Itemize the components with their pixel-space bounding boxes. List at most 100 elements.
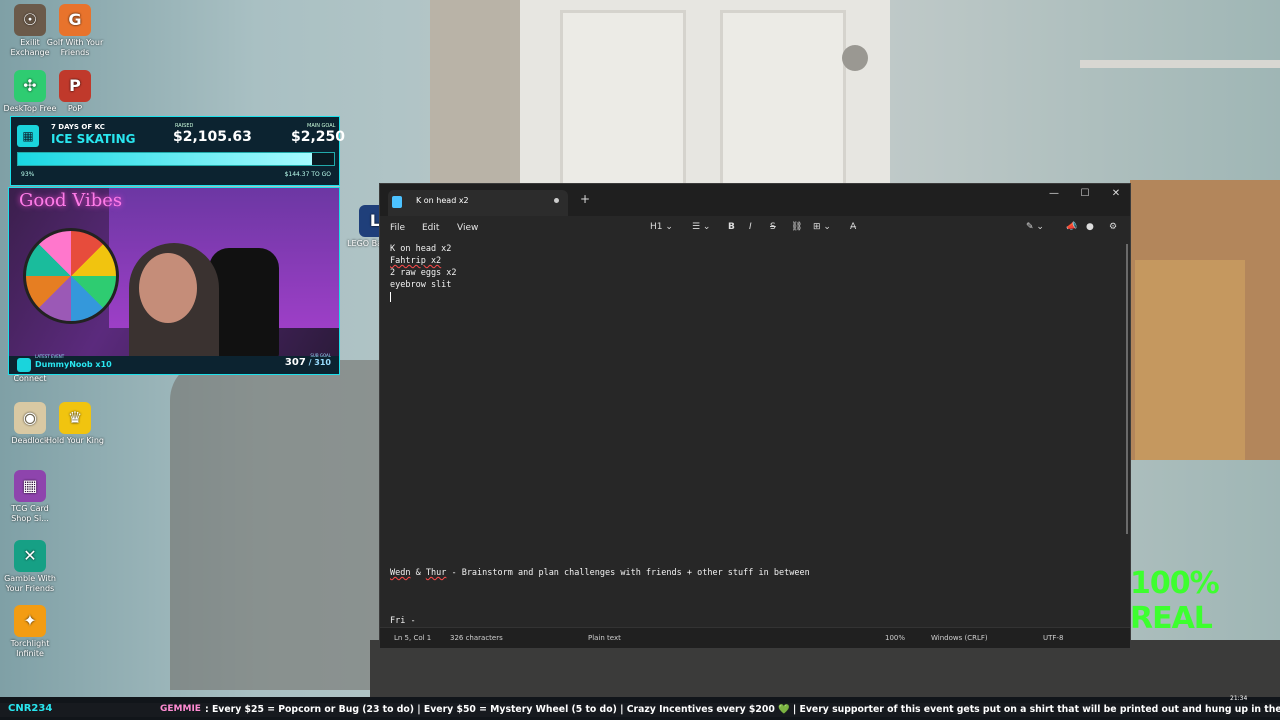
progress-fill bbox=[18, 153, 312, 165]
latest-donor: DummyNoob x10 bbox=[35, 360, 112, 369]
tab-title: K on head x2 bbox=[416, 196, 469, 205]
italic-icon[interactable]: I bbox=[749, 222, 752, 232]
settings-icon[interactable]: ⚙ bbox=[1109, 222, 1117, 232]
menu-view[interactable]: View bbox=[457, 223, 478, 233]
heading-value[interactable]: H1 bbox=[650, 222, 663, 232]
menu-edit[interactable]: Edit bbox=[422, 223, 439, 233]
progress-percent: 93% bbox=[21, 171, 35, 178]
door bbox=[520, 0, 890, 190]
app-icon: ☉ bbox=[14, 4, 46, 36]
doorknob bbox=[842, 45, 868, 71]
menu-file[interactable]: File bbox=[390, 223, 405, 233]
desktop-icon[interactable]: ✕ Gamble With Your Friends bbox=[0, 540, 60, 594]
sub-count: 307 bbox=[284, 357, 306, 368]
notepad-window[interactable]: K on head x2 + — ☐ ✕ File Edit View H1 ⌄… bbox=[379, 183, 1131, 649]
sub-goal: 310 bbox=[314, 358, 331, 367]
menu-bar: File Edit View H1 ⌄ ☰ ⌄ B I S ⛓ ⊞ ⌄ A̶ ✎… bbox=[380, 216, 1130, 242]
encoding[interactable]: UTF-8 bbox=[1043, 634, 1063, 642]
ticker-bar: CNR234 GEMMIE : Every $25 = Popcorn or B… bbox=[0, 703, 1280, 717]
app-icon: ♛ bbox=[59, 402, 91, 434]
door-panel bbox=[560, 10, 686, 186]
format-indicator[interactable]: Plain text bbox=[588, 634, 621, 642]
app-icon: ▦ bbox=[14, 470, 46, 502]
cursor-position: Ln 5, Col 1 bbox=[394, 634, 432, 642]
new-tab-button[interactable]: + bbox=[580, 192, 590, 206]
app-icon: ◉ bbox=[14, 402, 46, 434]
strikethrough-icon[interactable]: S bbox=[770, 222, 776, 232]
text-line: Fahtrip x2 bbox=[390, 256, 442, 266]
title-bar[interactable]: K on head x2 + — ☐ ✕ bbox=[380, 184, 1130, 216]
desktop-icon-label: TCG Card Shop Si... bbox=[11, 504, 49, 523]
zoom-level[interactable]: 100% bbox=[885, 634, 905, 642]
desktop-icon-label: Gamble With Your Friends bbox=[4, 574, 56, 593]
latest-event-label: LATEST EVENT bbox=[35, 354, 65, 359]
heading-dropdown: H1 ⌄ bbox=[650, 222, 673, 232]
real-overlay-text: 100% REAL bbox=[1130, 566, 1220, 636]
desktop-icon-label: Golf With Your Friends bbox=[46, 38, 104, 57]
webcam-footer: LATEST EVENT DummyNoob x10 SUB GOAL 307 … bbox=[9, 353, 339, 374]
account-icon[interactable]: ● bbox=[1086, 222, 1094, 232]
ticker-user: GEMMIE bbox=[160, 704, 201, 714]
app-icon: ✣ bbox=[14, 70, 46, 102]
list-dropdown-icon[interactable]: ☰ ⌄ bbox=[692, 222, 710, 232]
system-clock[interactable]: 21:34 bbox=[1230, 695, 1247, 702]
door-panel bbox=[720, 10, 846, 186]
text-line: 2 raw eggs x2 bbox=[390, 268, 457, 278]
app-icon: G bbox=[59, 4, 91, 36]
link-icon[interactable]: ⛓ bbox=[791, 222, 802, 232]
heart-icon bbox=[17, 358, 31, 372]
line-ending[interactable]: Windows (CRLF) bbox=[931, 634, 988, 642]
text-line: Fri - bbox=[390, 616, 416, 626]
goal-amount: $2,250 bbox=[291, 129, 346, 145]
sub-goal-count: 307 / 310 bbox=[285, 357, 331, 368]
donation-title: ICE SKATING bbox=[51, 132, 136, 146]
text-line-plan: Wedn & Thur - Brainstorm and plan challe… bbox=[390, 568, 810, 578]
ticker-tag: CNR234 bbox=[8, 703, 53, 714]
tab-document[interactable]: K on head x2 bbox=[388, 190, 568, 216]
table-icon[interactable]: ⊞ ⌄ bbox=[813, 222, 831, 232]
streamer-head bbox=[139, 253, 197, 323]
ticker-text: : Every $25 = Popcorn or Bug (23 to do) … bbox=[205, 704, 1280, 715]
desktop-icon-label: PoP bbox=[67, 104, 83, 113]
copilot-icon[interactable]: ✎ ⌄ bbox=[1026, 222, 1044, 232]
gaming-chair bbox=[209, 248, 279, 358]
webcam-feed: Good Vibes LATEST EVENT DummyNoob x10 SU… bbox=[8, 187, 340, 375]
text-line: eyebrow slit bbox=[390, 280, 452, 290]
megaphone-icon[interactable]: 📣 bbox=[1066, 222, 1077, 232]
minimize-button[interactable]: — bbox=[1040, 188, 1068, 199]
prize-wheel bbox=[23, 228, 119, 324]
donation-progress-bar bbox=[17, 152, 335, 166]
clear-format-icon[interactable]: A̶ bbox=[850, 222, 856, 232]
word-thur: Thur bbox=[425, 568, 447, 578]
app-icon: P bbox=[59, 70, 91, 102]
neon-sign: Good Vibes bbox=[19, 190, 123, 211]
shelf bbox=[1080, 60, 1280, 68]
amount-to-go: $144.37 TO GO bbox=[284, 171, 331, 178]
desktop-icon[interactable]: P PoP bbox=[45, 70, 105, 114]
donation-widget: ▦ 7 DAYS OF KC ICE SKATING RAISED $2,105… bbox=[10, 116, 345, 186]
word-wedn: Wedn bbox=[390, 568, 411, 578]
status-bar: Ln 5, Col 1 326 characters Plain text 10… bbox=[380, 627, 1130, 648]
word-amp: & bbox=[415, 568, 421, 578]
desktop-icon[interactable]: G Golf With Your Friends bbox=[45, 4, 105, 58]
floor bbox=[370, 640, 1280, 700]
text-editor[interactable]: K on head x2 Fahtrip x2 2 raw eggs x2 ey… bbox=[390, 242, 1110, 626]
bold-icon[interactable]: B bbox=[728, 222, 735, 232]
desktop-icon-label: Torchlight Infinite bbox=[10, 639, 50, 658]
character-count: 326 characters bbox=[450, 634, 503, 642]
person-arm bbox=[170, 360, 380, 690]
desktop-icon-label: Hold Your King bbox=[46, 436, 104, 445]
charity-icon: ▦ bbox=[17, 125, 39, 147]
donation-subtitle: 7 DAYS OF KC bbox=[51, 123, 105, 131]
unsaved-dot-icon[interactable] bbox=[554, 198, 559, 203]
app-icon: ✦ bbox=[14, 605, 46, 637]
desktop-icon[interactable]: ▦ TCG Card Shop Si... bbox=[0, 470, 60, 524]
maximize-button[interactable]: ☐ bbox=[1071, 188, 1099, 199]
text-line: K on head x2 bbox=[390, 244, 452, 254]
close-button[interactable]: ✕ bbox=[1102, 188, 1130, 199]
door-frame bbox=[430, 0, 520, 190]
desktop-icon[interactable]: ✦ Torchlight Infinite bbox=[0, 605, 60, 659]
vertical-scrollbar[interactable] bbox=[1126, 244, 1128, 534]
desktop-icon[interactable]: ♛ Hold Your King bbox=[45, 402, 105, 446]
text-caret bbox=[390, 292, 391, 302]
